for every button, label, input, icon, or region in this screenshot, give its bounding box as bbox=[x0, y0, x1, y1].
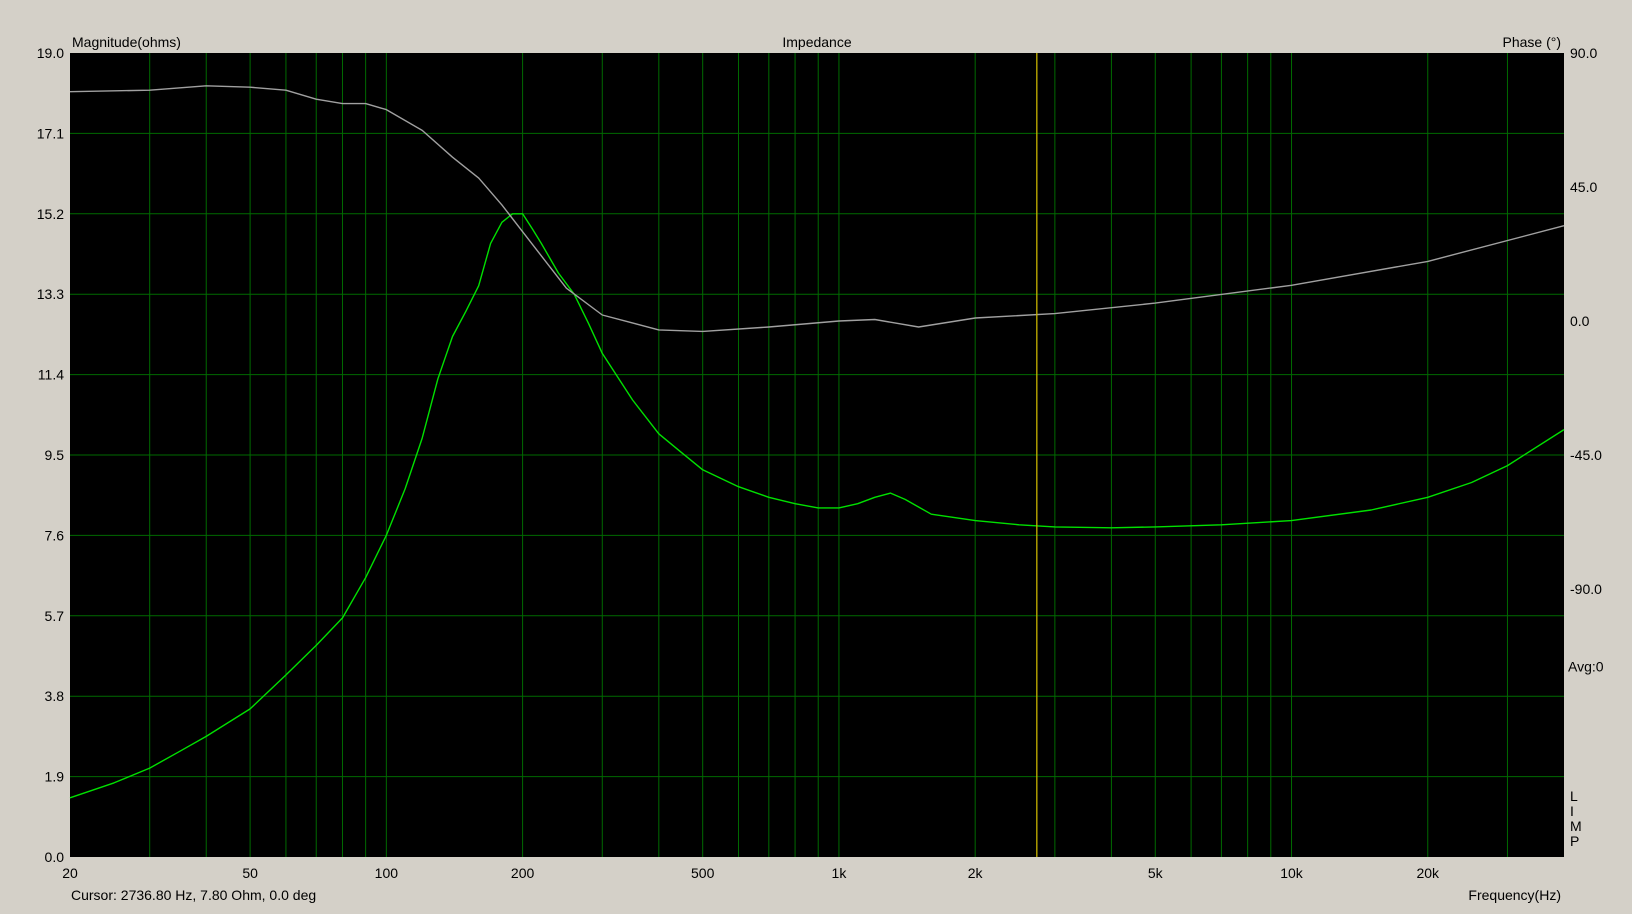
y-tick-label-right: -45.0 bbox=[1570, 447, 1602, 463]
y-tick-label-left: 17.1 bbox=[37, 125, 64, 141]
x-axis-label: Frequency(Hz) bbox=[1468, 887, 1561, 903]
y-tick-label-left: 5.7 bbox=[45, 608, 65, 624]
y-tick-label-left: 1.9 bbox=[45, 769, 65, 785]
x-tick-label: 5k bbox=[1148, 865, 1164, 881]
x-tick-label: 10k bbox=[1280, 865, 1304, 881]
x-tick-label: 2k bbox=[968, 865, 984, 881]
chart-title: Impedance bbox=[782, 34, 851, 50]
y-tick-label-left: 19.0 bbox=[37, 45, 64, 61]
y-tick-label-left: 13.3 bbox=[37, 286, 64, 302]
side-letter: L bbox=[1570, 788, 1578, 804]
x-tick-label: 50 bbox=[242, 865, 258, 881]
impedance-chart: 0.0 1.9 3.8 5.7 7.6 9.5 11.4 13.3 15.2 17.1 19.0 90… bbox=[0, 0, 1632, 909]
x-tick-label: 500 bbox=[691, 865, 715, 881]
cursor-readout: Cursor: 2736.80 Hz, 7.80 Ohm, 0.0 deg bbox=[71, 887, 316, 903]
x-tick-label: 20k bbox=[1416, 865, 1440, 881]
y-tick-label-right: -90.0 bbox=[1570, 581, 1602, 597]
y-tick-label-right: 45.0 bbox=[1570, 179, 1597, 195]
side-letter: P bbox=[1570, 833, 1579, 849]
y-tick-label-left: 3.8 bbox=[45, 688, 65, 704]
side-letter: M bbox=[1570, 818, 1582, 834]
y-tick-label-left: 11.4 bbox=[38, 367, 64, 383]
x-tick-label: 20 bbox=[62, 865, 78, 881]
y-axis-label-right: Phase (°) bbox=[1502, 34, 1561, 50]
avg-label: Avg:0 bbox=[1568, 658, 1604, 674]
y-tick-label-right: 0.0 bbox=[1570, 313, 1590, 329]
x-tick-label: 1k bbox=[832, 865, 848, 881]
x-tick-label: 200 bbox=[511, 865, 535, 881]
y-tick-label-left: 15.2 bbox=[37, 206, 64, 222]
y-tick-label-left: 0.0 bbox=[45, 849, 65, 865]
chart-svg: 0.0 1.9 3.8 5.7 7.6 9.5 11.4 13.3 15.2 17.1 19.0 90… bbox=[0, 0, 1632, 909]
x-tick-label: 100 bbox=[375, 865, 399, 881]
y-tick-label-left: 7.6 bbox=[45, 527, 65, 543]
y-tick-label-left: 9.5 bbox=[45, 447, 65, 463]
y-axis-label-left: Magnitude(ohms) bbox=[72, 34, 181, 50]
y-tick-label-right: 90.0 bbox=[1570, 45, 1597, 61]
side-letter: I bbox=[1570, 803, 1574, 819]
